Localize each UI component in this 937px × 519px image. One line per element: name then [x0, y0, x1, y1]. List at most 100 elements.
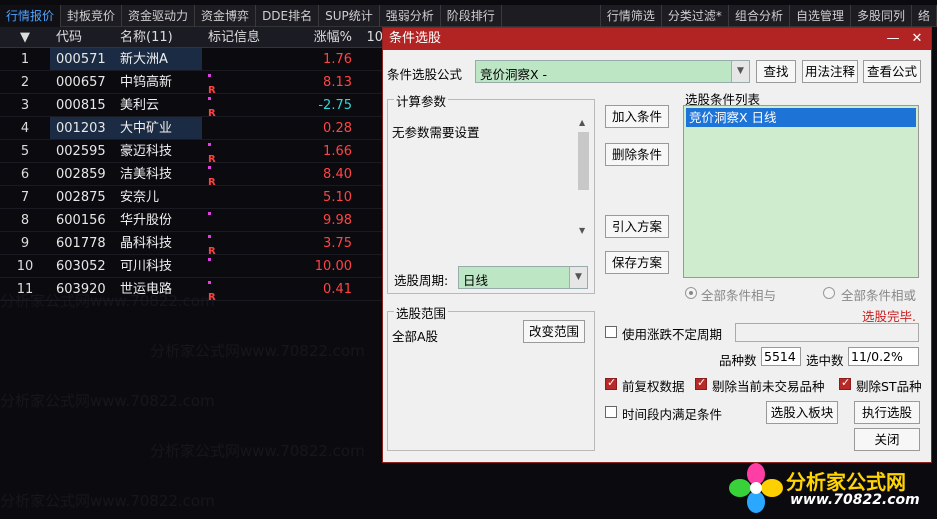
minimize-icon[interactable]: —: [881, 28, 905, 50]
save-scheme-button[interactable]: 保存方案: [605, 251, 669, 274]
params-text: 无参数需要设置: [392, 125, 480, 140]
chevron-down-icon[interactable]: ▼: [731, 61, 749, 82]
tab-bar: 行情报价 封板竞价 资金驱动力 资金博弈 DDE排名 SUP统计 强弱分析 阶段排行 行情筛选分…: [0, 5, 937, 27]
brand-name: 分析家公式网: [786, 470, 906, 494]
table-row[interactable]: 6 002859 洁美科技 R 8.40: [0, 163, 383, 188]
formula-label: 条件选股公式: [387, 67, 463, 82]
row-index: 7: [20, 190, 30, 205]
table-body: 1 000571 新大洲A 1.76 2 000657 中钨高新 R 8.13 3 000815 美利…: [0, 48, 383, 303]
brand-logo: 分析家公式网 www.70822.com: [728, 462, 928, 514]
tab-8[interactable]: 行情筛选: [601, 5, 662, 27]
table-row[interactable]: 9 601778 晶科科技 R 3.75: [0, 232, 383, 257]
change-pct: 0.28: [323, 121, 352, 136]
extra-cell: [355, 140, 383, 162]
table-row[interactable]: 5 002595 豪迈科技 R 1.66: [0, 140, 383, 165]
tab-3[interactable]: 资金博弈: [195, 5, 257, 27]
mark-cell: R: [202, 163, 300, 188]
change-range-button[interactable]: 改变范围: [523, 320, 585, 343]
table-row[interactable]: 11 603920 世运电路 R 0.41: [0, 278, 383, 303]
exclude-st-checkbox[interactable]: [839, 376, 851, 390]
table-row[interactable]: 2 000657 中钨高新 R 8.13: [0, 71, 383, 96]
watermark: 分析家公式网www.70822.com: [0, 392, 215, 410]
stock-name: 安奈儿: [120, 190, 160, 205]
extra-cell: [355, 278, 383, 300]
period-select[interactable]: 日线 ▼: [458, 266, 588, 289]
condition-list-item[interactable]: 竞价洞察X 日线: [686, 108, 916, 127]
fq-checkbox[interactable]: [605, 376, 617, 390]
tab-9[interactable]: 分类过滤*: [662, 5, 729, 27]
col-change[interactable]: 涨幅%: [300, 27, 355, 47]
formula-select[interactable]: 竞价洞察X - ▼: [475, 60, 750, 83]
table-row[interactable]: 4 001203 大中矿业 0.28: [0, 117, 383, 140]
import-scheme-button[interactable]: 引入方案: [605, 215, 669, 238]
close-button[interactable]: 关闭: [854, 428, 920, 451]
table-row[interactable]: 1 000571 新大洲A 1.76: [0, 48, 383, 71]
row-index: 11: [16, 282, 34, 297]
mark-dot-icon: [208, 281, 211, 284]
add-condition-button[interactable]: 加入条件: [605, 105, 669, 128]
tab-0[interactable]: 行情报价: [0, 5, 62, 27]
table-row[interactable]: 7 002875 安奈儿 5.10: [0, 186, 383, 209]
chevron-down-icon[interactable]: ▼: [569, 267, 587, 288]
usage-notes-button[interactable]: 用法注释: [802, 60, 858, 83]
tab-11[interactable]: 自选管理: [790, 5, 851, 27]
change-pct: 3.75: [323, 236, 352, 251]
dialog-titlebar[interactable]: 条件选股 — ✕: [383, 28, 931, 50]
selected-label: 选中数: [806, 353, 844, 368]
all-or-radio[interactable]: [823, 287, 835, 299]
use-period-checkbox[interactable]: [605, 326, 617, 338]
col-name[interactable]: 名称(11): [116, 27, 202, 47]
table-row[interactable]: 10 603052 可川科技 10.00: [0, 255, 383, 278]
tab-12[interactable]: 多股同列: [851, 5, 912, 27]
extra-cell: [355, 163, 383, 185]
flower-logo-icon: [729, 463, 783, 513]
tab-10[interactable]: 组合分析: [729, 5, 790, 27]
all-and-radio[interactable]: [685, 287, 697, 299]
range-title: 选股范围: [394, 303, 449, 322]
stock-code: 002875: [56, 190, 106, 205]
mark-cell: R: [202, 140, 300, 165]
table-row[interactable]: 8 600156 华升股份 9.98: [0, 209, 383, 232]
find-button[interactable]: 查找: [756, 60, 796, 83]
tab-spacer: [502, 5, 601, 27]
extra-cell: [355, 71, 383, 93]
params-title: 计算参数: [394, 91, 449, 110]
delete-condition-button[interactable]: 删除条件: [605, 143, 669, 166]
to-sector-button[interactable]: 选股入板块: [766, 401, 838, 424]
tab-7[interactable]: 阶段排行: [441, 5, 502, 27]
table-row[interactable]: 3 000815 美利云 R -2.75: [0, 94, 383, 119]
col-code[interactable]: 代码: [50, 27, 116, 47]
extra-cell: [355, 117, 383, 139]
tab-13[interactable]: 络: [912, 5, 937, 27]
tab-6[interactable]: 强弱分析: [380, 5, 441, 27]
mark-cell: [202, 209, 300, 231]
tab-4[interactable]: DDE排名: [256, 5, 320, 27]
period-satisfy-checkbox[interactable]: [605, 406, 617, 418]
tab-1[interactable]: 封板竞价: [61, 5, 123, 27]
tab-2[interactable]: 资金驱动力: [122, 5, 196, 27]
sort-toggle[interactable]: ▼: [0, 27, 50, 47]
mark-dot-icon: [208, 212, 211, 215]
period-input[interactable]: [735, 323, 919, 342]
mark-cell: R: [202, 94, 300, 119]
extra-cell: [355, 232, 383, 254]
params-group: 计算参数 无参数需要设置 ▲ ▼ 选股周期: 日线 ▼: [387, 91, 595, 294]
exclude-st-label: 剔除ST品种: [856, 379, 922, 394]
condition-list[interactable]: 竞价洞察X 日线: [683, 105, 919, 278]
extra-cell: [355, 209, 383, 231]
params-scrollbar[interactable]: ▲ ▼: [576, 116, 591, 240]
view-formula-button[interactable]: 查看公式: [863, 60, 921, 83]
extra-cell: [355, 186, 383, 208]
col-extra[interactable]: 10: [355, 27, 383, 47]
col-mark[interactable]: 标记信息: [202, 27, 300, 47]
stock-code: 600156: [56, 213, 106, 228]
close-icon[interactable]: ✕: [905, 28, 929, 50]
stock-name: 新大洲A: [116, 48, 202, 70]
tab-5[interactable]: SUP统计: [319, 5, 380, 27]
mark-cell: [202, 186, 300, 208]
change-pct: 9.98: [323, 213, 352, 228]
table-header: ▼ 代码 名称(11) 标记信息 涨幅% 10: [0, 27, 383, 48]
exclude-untraded-checkbox[interactable]: [695, 376, 707, 390]
run-screen-button[interactable]: 执行选股: [854, 401, 920, 424]
range-value: 全部A股: [392, 329, 439, 344]
